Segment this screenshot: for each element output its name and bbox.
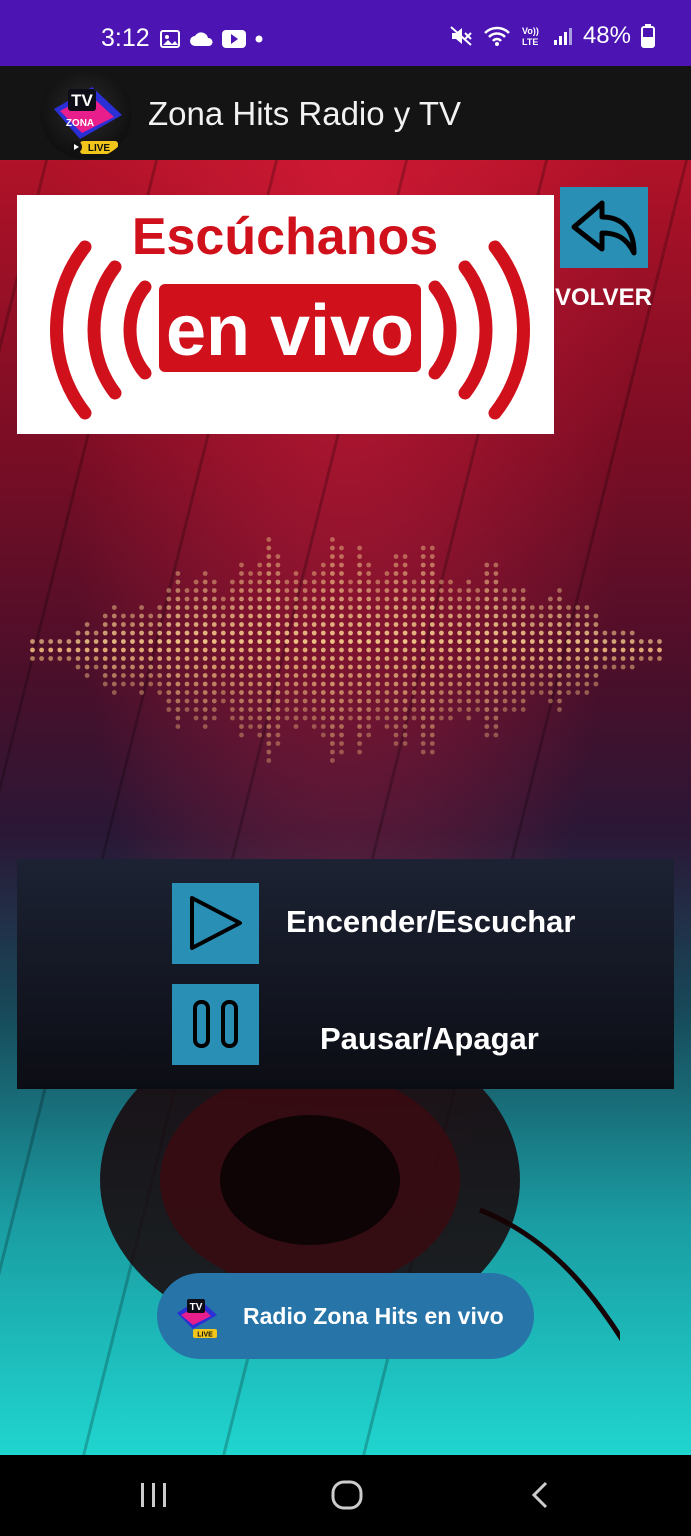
volver-label: VOLVER (555, 284, 652, 311)
cloud-icon (190, 32, 213, 46)
mute-icon (450, 26, 472, 46)
battery-percent: 48% (582, 22, 631, 49)
status-bar: 3:12 Vo)) LTE 48% (0, 0, 691, 66)
chip-logo-live: LIVE (197, 1332, 213, 1339)
youtube-icon (222, 30, 246, 48)
system-nav-bar (0, 1455, 691, 1536)
app-logo: TV ZONA LIVE (40, 69, 132, 159)
listen-live-banner: Escúchanos en vivo (17, 195, 554, 434)
player-controls: Encender/Escuchar Pausar/Apagar (17, 859, 674, 1089)
player-screen: Escúchanos en vivo VOLVER Encender/Escuc… (0, 160, 691, 1455)
svg-text:LTE: LTE (522, 37, 538, 47)
play-button[interactable] (172, 883, 259, 964)
play-icon (190, 896, 242, 950)
app-title: Zona Hits Radio y TV (148, 95, 462, 132)
dot-icon (255, 35, 263, 43)
svg-text:Vo)): Vo)) (522, 26, 539, 36)
wifi-icon (484, 26, 510, 46)
chip-logo-tv: TV (190, 1302, 203, 1313)
battery-icon (641, 24, 655, 48)
volver-button[interactable] (560, 187, 648, 268)
status-time: 3:12 (101, 24, 150, 52)
home-icon[interactable] (330, 1479, 364, 1511)
back-icon[interactable] (528, 1480, 554, 1510)
logo-zona-text: ZONA (66, 118, 94, 129)
back-arrow-icon (571, 200, 637, 256)
logo-live-text: LIVE (88, 143, 111, 154)
pause-label: Pausar/Apagar (320, 1021, 539, 1056)
audio-waveform-image (30, 537, 662, 763)
play-label: Encender/Escuchar (286, 904, 576, 939)
volte-icon: Vo))LTE (522, 26, 539, 47)
chip-label: Radio Zona Hits en vivo (243, 1303, 504, 1329)
signal-icon (553, 28, 572, 45)
app-bar: TV ZONA LIVE Zona Hits Radio y TV (0, 66, 691, 160)
recent-apps-icon[interactable] (138, 1480, 170, 1510)
banner-line2: en vivo (166, 291, 414, 371)
chip-logo: TV LIVE (177, 1299, 217, 1339)
radio-live-chip[interactable]: TV LIVE Radio Zona Hits en vivo (157, 1273, 534, 1359)
pause-icon (193, 1000, 238, 1048)
logo-tv-text: TV (71, 91, 93, 110)
banner-line1: Escúchanos (132, 208, 438, 266)
pause-button[interactable] (172, 984, 259, 1065)
gallery-icon (160, 30, 180, 48)
